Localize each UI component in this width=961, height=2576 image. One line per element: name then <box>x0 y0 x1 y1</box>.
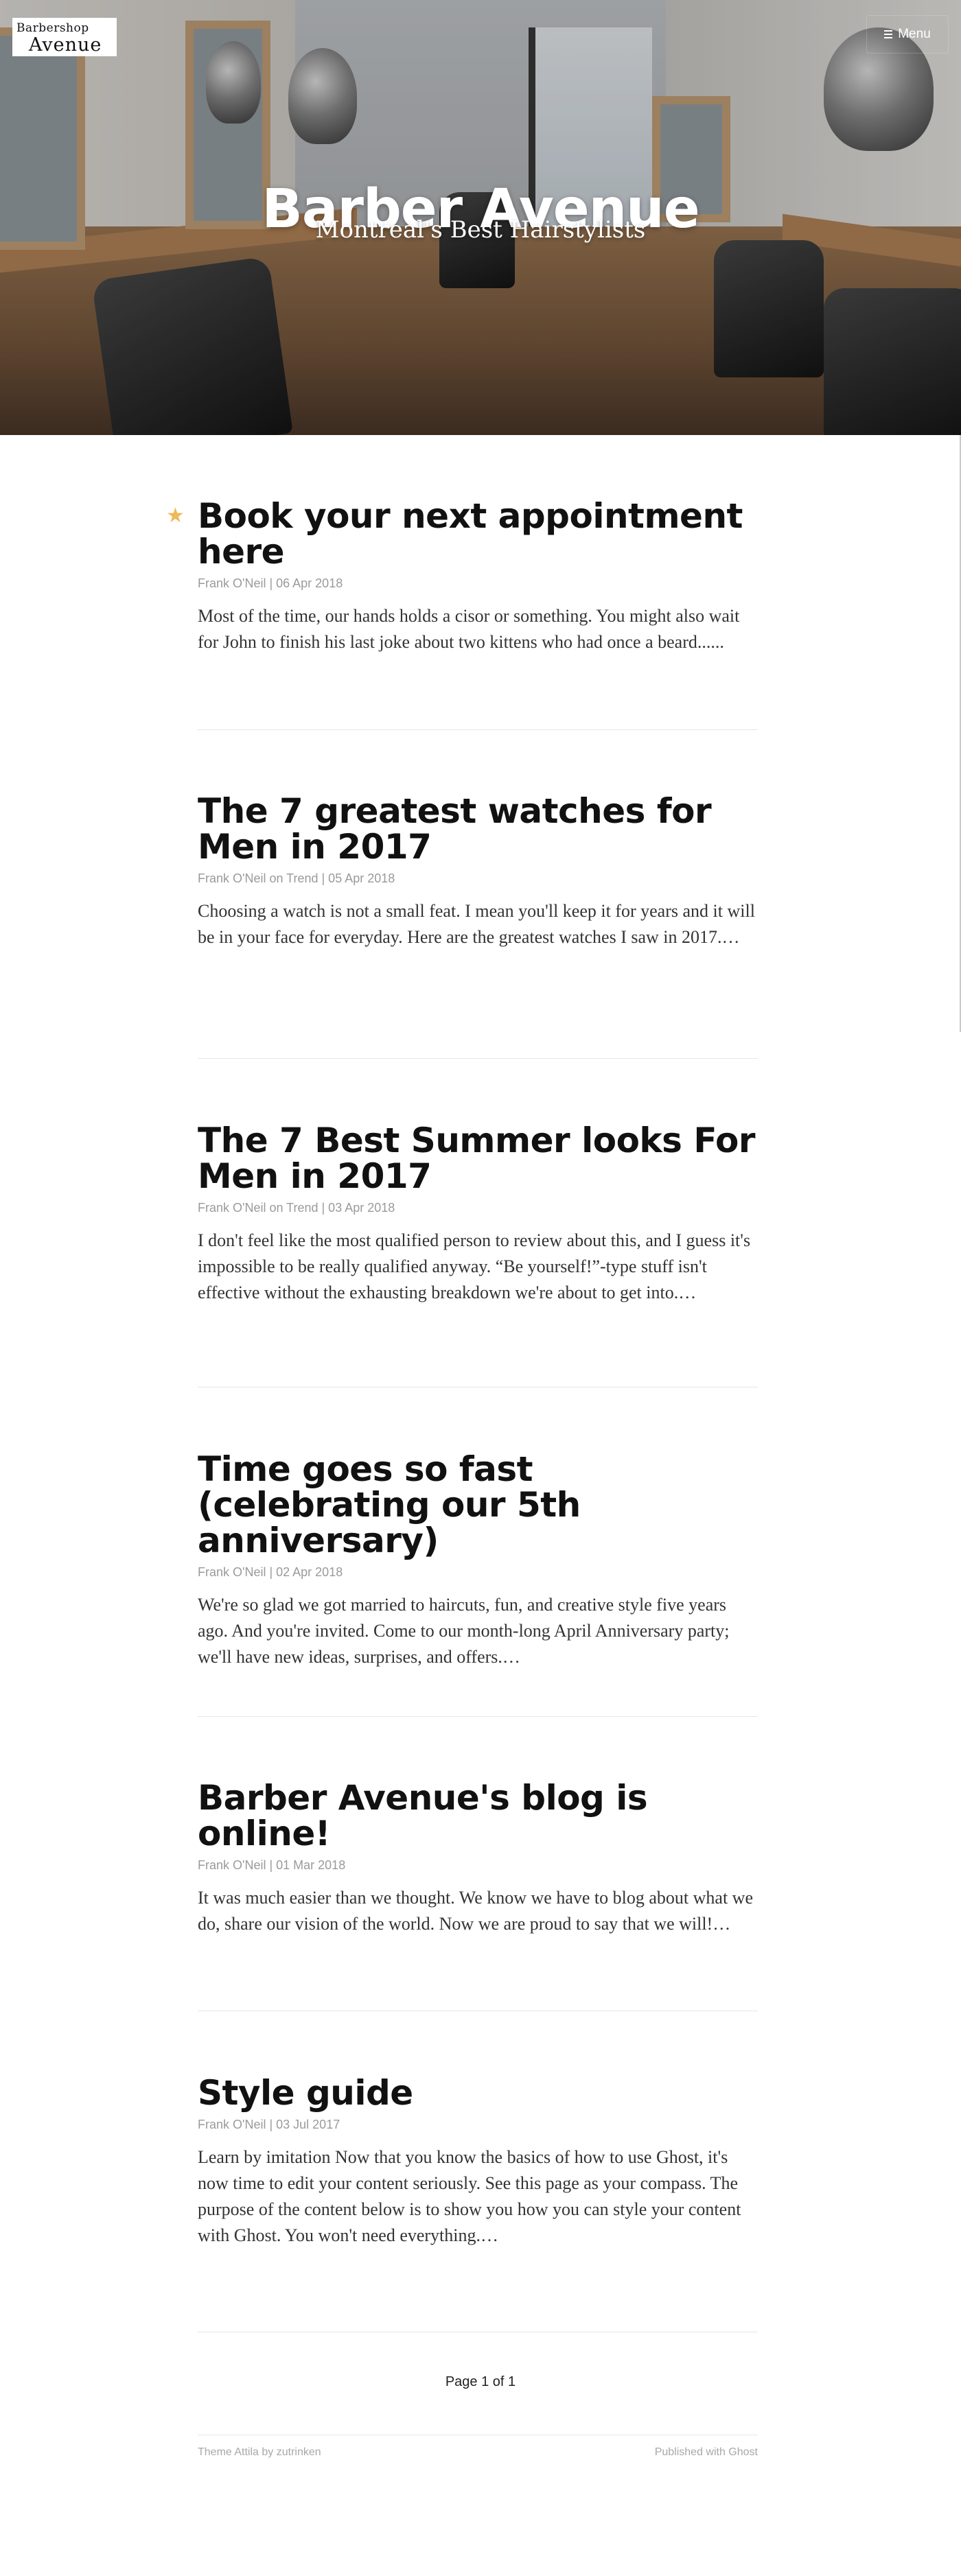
post-excerpt: It was much easier than we thought. We k… <box>198 1888 753 1934</box>
post-meta: Frank O'Neil | 01 Mar 2018 <box>198 1858 346 1872</box>
post-item: Time goes so fast (celebrating our 5th a… <box>198 1451 758 1670</box>
post-divider <box>198 729 758 730</box>
site-logo[interactable]: Barbershop Avenue <box>12 18 117 56</box>
post-title-link[interactable]: Book your next appointment here <box>198 498 758 570</box>
post-title-link[interactable]: Barber Avenue's blog is online! <box>198 1780 758 1851</box>
post-excerpt: Learn by imitation Now that you know the… <box>198 2147 741 2245</box>
post-excerpt: Choosing a watch is not a small feat. I … <box>198 901 755 947</box>
post-meta: Frank O'Neil on Trend | 05 Apr 2018 <box>198 871 395 885</box>
post-excerpt: I don't feel like the most qualified per… <box>198 1230 751 1302</box>
post-title-link[interactable]: Style guide <box>198 2075 758 2111</box>
post-title-link[interactable]: Time goes so fast (celebrating our 5th a… <box>198 1451 758 1558</box>
pagination-label: Page 1 of 1 <box>445 2374 516 2389</box>
post-meta: Frank O'Neil | 03 Jul 2017 <box>198 2118 340 2131</box>
post-item: ★ Book your next appointment here Frank … <box>166 498 758 655</box>
footer-theme-credit-link[interactable]: Theme Attila by zutrinken <box>198 2446 321 2459</box>
post-meta: Frank O'Neil | 06 Apr 2018 <box>198 576 343 590</box>
post-item: Style guide Frank O'Neil | 03 Jul 2017 L… <box>198 2075 758 2249</box>
post-meta: Frank O'Neil on Trend | 03 Apr 2018 <box>198 1201 395 1215</box>
post-title-link[interactable]: The 7 Best Summer looks For Men in 2017 <box>198 1123 758 1194</box>
post-item: The 7 Best Summer looks For Men in 2017 … <box>198 1123 758 1306</box>
hero-header: Barbershop Avenue Menu Barber Avenue Mon… <box>0 0 961 435</box>
post-item: The 7 greatest watches for Men in 2017 F… <box>198 793 758 950</box>
post-excerpt: Most of the time, our hands holds a ciso… <box>198 606 740 652</box>
hamburger-icon <box>884 30 893 38</box>
logo-line-1: Barbershop <box>16 21 89 35</box>
menu-label: Menu <box>898 27 931 41</box>
post-divider <box>198 1716 758 1717</box>
post-meta: Frank O'Neil | 02 Apr 2018 <box>198 1565 343 1579</box>
post-excerpt: We're so glad we got married to haircuts… <box>198 1595 730 1667</box>
featured-star-icon: ★ <box>166 504 185 528</box>
post-title-link[interactable]: The 7 greatest watches for Men in 2017 <box>198 793 758 865</box>
pagination: Page 1 of 1 <box>0 2374 961 2390</box>
site-subtitle: Montreal's Best Hairstylists <box>315 216 646 244</box>
footer-published-with-link[interactable]: Published with Ghost <box>655 2446 758 2459</box>
post-item: Barber Avenue's blog is online! Frank O'… <box>198 1780 758 1937</box>
logo-line-2: Avenue <box>29 34 102 56</box>
menu-button[interactable]: Menu <box>866 15 949 54</box>
post-divider <box>198 1058 758 1059</box>
